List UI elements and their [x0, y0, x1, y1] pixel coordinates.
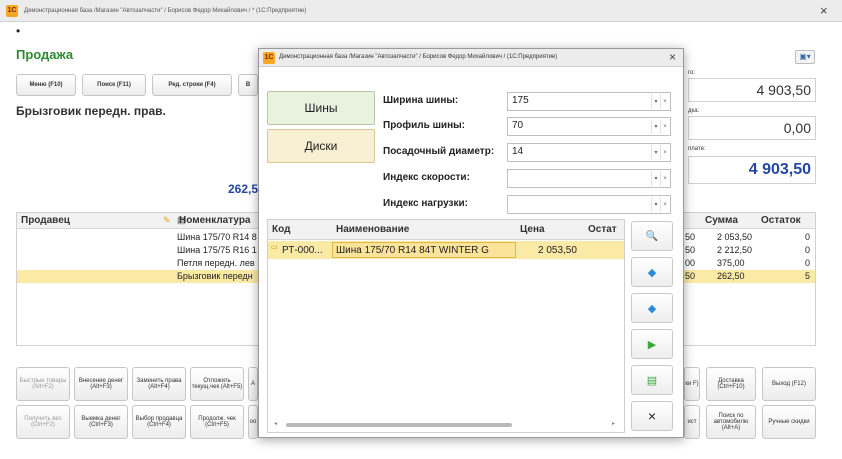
select-button[interactable]: ▶ — [631, 329, 673, 359]
column-name[interactable]: Наименование — [336, 224, 409, 235]
results-table: Код Наименование Цена Остат ▭ РТ-000... … — [267, 219, 625, 433]
window-close-button[interactable]: × — [820, 3, 828, 18]
delivery-button[interactable]: Доставка (Ctrl+F10) — [706, 367, 756, 401]
category-tires-button[interactable]: Шины — [267, 91, 375, 125]
cash-out-button[interactable]: Выемка денег (Ctrl+F3) — [74, 405, 128, 439]
dialog-title: Демонстрационная база /Магазин "Автозапч… — [279, 54, 558, 60]
help-button[interactable]: ▣▾ — [795, 50, 815, 64]
column-seller[interactable]: Продавец — [21, 215, 70, 226]
tire-width-label: Ширина шины: — [383, 95, 459, 106]
help-icon: ▣▾ — [799, 52, 811, 61]
tire-profile-label: Профиль шины: — [383, 120, 465, 131]
close-icon: × — [660, 171, 669, 186]
select-seller-button[interactable]: Выбор продавца (Ctrl+F4) — [132, 405, 186, 439]
column-price[interactable]: Цена — [520, 224, 545, 235]
dialog-close-button[interactable]: × — [669, 50, 676, 64]
load-index-label: Индекс нагрузки: — [383, 198, 468, 209]
move-down-button[interactable]: ◆ — [631, 293, 673, 323]
rim-diameter-label: Посадочный диаметр: — [383, 146, 495, 157]
close-icon: × — [660, 119, 669, 134]
search-button[interactable]: 🔍 — [631, 221, 673, 251]
get-weight-button[interactable]: Получить вес (Ctrl+F2) — [16, 405, 70, 439]
speed-index-field[interactable] — [507, 169, 671, 188]
close-icon: × — [660, 197, 669, 212]
rim-diameter-dropdown[interactable]: ▾ × — [651, 145, 669, 160]
tire-profile-field[interactable]: 70 — [507, 117, 671, 136]
manual-discounts-button[interactable]: Ручные скидки — [762, 405, 816, 439]
results-table-header — [268, 220, 624, 240]
product-price: 262,5 — [228, 182, 259, 196]
search-button[interactable]: Поиск (F11) — [82, 74, 146, 96]
cash-in-button[interactable]: Внесение денег (Alt+F3) — [74, 367, 128, 401]
change-rights-button[interactable]: Заменить права (Alt+F4) — [132, 367, 186, 401]
horizontal-scrollbar[interactable]: ◂ ▸ — [274, 420, 618, 430]
comment-icon[interactable]: ✎ — [163, 215, 171, 226]
play-green-icon: ▶ — [647, 338, 657, 351]
bottom-more-button-2[interactable]: оо — [248, 405, 258, 439]
menu-button[interactable]: Меню (F10) — [16, 74, 76, 96]
column-code[interactable]: Код — [272, 224, 290, 235]
move-up-button[interactable]: ◆ — [631, 257, 673, 287]
search-icon: 🔍 — [645, 230, 659, 242]
exit-button[interactable]: Выход (F12) — [762, 367, 816, 401]
toolbar-more-button[interactable]: В — [238, 74, 258, 96]
continue-receipt-button[interactable]: Продолж. чек (Ctrl+F5) — [190, 405, 244, 439]
row-marker-icon: ▭ — [271, 244, 278, 251]
chevron-down-icon: ▾ — [651, 119, 660, 134]
to-pay-value: 4 903,50 — [688, 156, 816, 184]
chevron-down-icon: ▾ — [651, 197, 660, 212]
discount-value: 0,00 — [688, 116, 816, 140]
discount-label: дка: — [688, 108, 700, 114]
postpone-receipt-button[interactable]: Отложить текущ.чек (Alt+F5) — [190, 367, 244, 401]
column-rest[interactable]: Остат — [588, 224, 617, 235]
speed-index-dropdown[interactable]: ▾ × — [651, 171, 669, 186]
window-title: Демонстрационная база /Магазин "Автозапч… — [24, 8, 307, 14]
dialog-titlebar: 1С Демонстрационная база /Магазин "Автоз… — [259, 49, 683, 67]
1c-logo-icon: 1С — [6, 5, 18, 17]
scroll-right-icon: ▸ — [612, 421, 616, 427]
page-title: Продажа — [16, 47, 74, 62]
chevron-down-icon: ▾ — [651, 145, 660, 160]
load-index-field[interactable] — [507, 195, 671, 214]
search-by-car-button[interactable]: Поиск по автомобилю (Alt+A) — [706, 405, 756, 439]
edit-row-button[interactable]: Ред. строки (F4) — [152, 74, 232, 96]
category-disks-button[interactable]: Диски — [267, 129, 375, 163]
scroll-left-icon: ◂ — [274, 421, 278, 427]
bottom-right-partial-1[interactable]: ки F) — [684, 367, 700, 401]
rim-diameter-field[interactable]: 14 — [507, 143, 671, 162]
load-index-dropdown[interactable]: ▾ × — [651, 197, 669, 212]
tire-profile-dropdown[interactable]: ▾ × — [651, 119, 669, 134]
chevron-down-icon: ▾ — [651, 171, 660, 186]
speed-index-label: Индекс скорости: — [383, 172, 470, 183]
table-row-selected[interactable]: ▭ РТ-000... Шина 175/70 R14 84T WINTER G… — [268, 241, 624, 259]
add-button[interactable]: ▤ — [631, 365, 673, 395]
close-icon: × — [647, 408, 657, 424]
diamond-blue-icon: ◆ — [647, 302, 657, 315]
window-dot: • — [16, 24, 21, 38]
window-titlebar: 1С Демонстрационная база /Магазин "Автоз… — [0, 0, 842, 22]
total-value: 4 903,50 — [688, 78, 816, 102]
to-pay-label: плате: — [688, 146, 706, 152]
column-rest[interactable]: Остаток — [761, 215, 801, 226]
tire-width-field[interactable]: 175 — [507, 92, 671, 111]
tire-width-dropdown[interactable]: ▾ × — [651, 94, 669, 109]
close-dialog-button[interactable]: × — [631, 401, 673, 431]
tire-selection-dialog: 1С Демонстрационная база /Магазин "Автоз… — [258, 48, 684, 438]
close-icon: × — [660, 94, 669, 109]
total-label: го: — [688, 70, 696, 76]
column-nomenclature[interactable]: Номенклатура — [179, 215, 250, 226]
bottom-more-button-1[interactable]: А — [248, 367, 258, 401]
column-sum[interactable]: Сумма — [705, 215, 738, 226]
quick-goods-button[interactable]: Быстрые товары (Alt+F2) — [16, 367, 70, 401]
scroll-thumb[interactable] — [286, 423, 512, 427]
bottom-right-partial-2[interactable]: ист — [684, 405, 700, 439]
chevron-down-icon: ▾ — [651, 94, 660, 109]
selected-name-cell[interactable]: Шина 175/70 R14 84T WINTER G — [332, 242, 516, 258]
product-name: Брызговик передн. прав. — [16, 104, 166, 118]
1c-logo-icon: 1С — [263, 52, 275, 64]
close-icon: × — [660, 145, 669, 160]
add-green-icon: ▤ — [646, 374, 658, 387]
diamond-blue-icon: ◆ — [647, 266, 657, 279]
